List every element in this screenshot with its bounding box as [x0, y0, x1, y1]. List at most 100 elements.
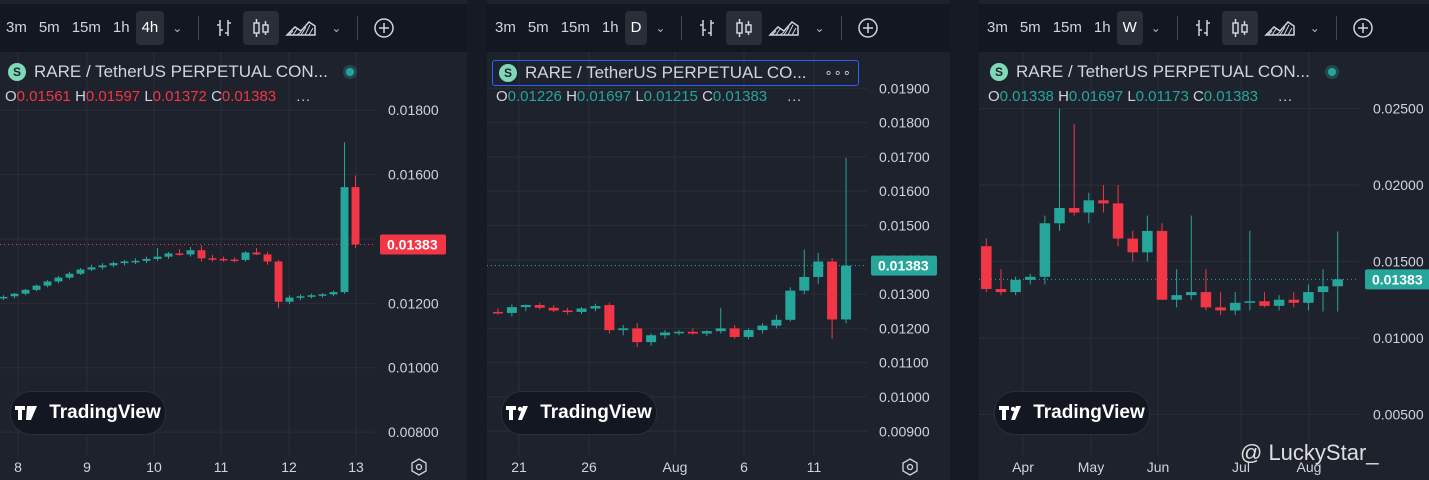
candle	[98, 263, 107, 270]
candle	[1156, 223, 1168, 300]
candle	[1083, 192, 1095, 224]
y-tick-label: 0.01000	[388, 360, 439, 376]
candle-body	[1215, 307, 1226, 311]
candle-body	[1142, 230, 1153, 253]
timeframe-1h[interactable]: 1h	[596, 11, 625, 45]
timeframe-w[interactable]: W	[1116, 11, 1143, 45]
compare-icon[interactable]	[1186, 11, 1222, 45]
timeframe-3m[interactable]: 3m	[981, 11, 1014, 45]
candle	[660, 330, 671, 339]
tradingview-logo[interactable]: TradingView	[994, 391, 1150, 435]
symbol-legend[interactable]: S RARE / TetherUS PERPETUAL CO... ∘∘∘	[492, 60, 859, 86]
chart-panel-4h[interactable]: 0.008000.010000.012000.014000.016000.018…	[0, 0, 467, 480]
timeframe-1h[interactable]: 1h	[1088, 11, 1117, 45]
candle-body	[1244, 301, 1256, 303]
settings-icon[interactable]	[901, 458, 919, 480]
candle-body	[1112, 203, 1124, 239]
timeframe-15m[interactable]: 15m	[555, 11, 596, 45]
candle	[785, 287, 796, 322]
candle	[1332, 231, 1343, 312]
candle	[520, 304, 531, 312]
candle	[120, 259, 129, 266]
candle	[687, 328, 698, 335]
candle-body	[142, 258, 151, 261]
symbol-legend[interactable]: S RARE / TetherUS PERPETUAL CON...	[8, 60, 354, 84]
timeframe-5m[interactable]: 5m	[1014, 11, 1047, 45]
candle	[1200, 269, 1212, 311]
last-price-tag-text: 0.01383	[1372, 271, 1423, 287]
timeframe-5m[interactable]: 5m	[522, 11, 555, 45]
x-tick-label: 11	[807, 459, 822, 475]
candle	[274, 259, 283, 309]
x-tick-label: 6	[740, 459, 748, 475]
candle	[548, 305, 559, 312]
y-tick-label: 0.02000	[1373, 177, 1424, 193]
symbol-title: RARE / TetherUS PERPETUAL CON...	[34, 62, 328, 81]
timeframe-15m[interactable]: 15m	[66, 11, 107, 45]
timeframe-15m[interactable]: 15m	[1047, 11, 1088, 45]
indicators-icon[interactable]	[1258, 11, 1302, 45]
chart-panel-weekly[interactable]: 0.00500 0.01000 0.01500 0.02000 0.02500 Apr Ma…	[979, 0, 1429, 480]
ohlc-readout: O0.01338 H0.01697 L0.01173 C0.01383 ...	[988, 88, 1293, 105]
candle-body	[153, 256, 162, 259]
y-tick-label: 0.01700	[879, 149, 930, 165]
chevron-down-icon[interactable]: ⌄	[806, 21, 832, 35]
chevron-down-icon[interactable]: ⌄	[323, 21, 349, 35]
candle	[757, 323, 768, 334]
candle	[743, 328, 754, 340]
candle-body	[660, 332, 671, 336]
candles-icon[interactable]	[243, 11, 280, 45]
x-tick-label: Apr	[1012, 459, 1034, 475]
compare-icon[interactable]	[690, 11, 726, 45]
candle	[618, 324, 629, 336]
candle	[142, 256, 151, 264]
candle	[1229, 292, 1241, 316]
symbol-legend[interactable]: S RARE / TetherUS PERPETUAL CON...	[990, 60, 1336, 84]
candle-body	[1273, 299, 1285, 306]
chevron-down-icon[interactable]: ⌄	[647, 21, 673, 35]
chart-panel-daily[interactable]: 0.009000.010000.011000.012000.013000.014…	[487, 0, 950, 480]
tradingview-logo[interactable]: TradingView	[10, 391, 166, 435]
add-plus-icon[interactable]	[850, 11, 886, 45]
compare-icon[interactable]	[207, 11, 243, 45]
x-tick-label: 10	[146, 459, 162, 475]
candle-body	[562, 310, 573, 313]
candle-body	[576, 308, 587, 312]
timeframe-5m[interactable]: 5m	[33, 11, 66, 45]
candle-body	[1186, 292, 1197, 296]
add-plus-icon[interactable]	[1345, 11, 1381, 45]
candle-body	[32, 285, 41, 290]
candle-body	[1303, 292, 1314, 303]
x-tick-label: 11	[214, 459, 229, 475]
candle-body	[230, 259, 239, 262]
watermark-text: @ LuckyStar_	[1240, 440, 1379, 465]
indicators-icon[interactable]	[762, 11, 806, 45]
chevron-down-icon[interactable]: ⌄	[1302, 21, 1328, 35]
tradingview-logo[interactable]: TradingView	[501, 391, 657, 435]
candles-icon[interactable]	[1221, 11, 1258, 45]
candle-body	[175, 253, 184, 255]
candle	[241, 251, 250, 262]
candle-body	[21, 289, 30, 294]
add-plus-icon[interactable]	[366, 11, 402, 45]
candle	[1303, 284, 1314, 311]
timeframe-1h[interactable]: 1h	[107, 11, 136, 45]
timeframe-3m[interactable]: 3m	[0, 11, 33, 45]
y-tick-label: 0.01900	[879, 80, 930, 96]
chevron-down-icon[interactable]: ⌄	[1143, 21, 1169, 35]
settings-icon[interactable]	[410, 458, 428, 480]
indicators-icon[interactable]	[279, 11, 323, 45]
candle	[1054, 108, 1065, 231]
chevron-down-icon[interactable]: ⌄	[164, 21, 190, 35]
candle-body	[351, 187, 360, 245]
candle-body	[687, 331, 698, 334]
timeframe-d[interactable]: D	[624, 11, 648, 45]
candle-body	[632, 328, 643, 343]
candle-body	[827, 261, 838, 320]
y-tick-label: 0.00800	[388, 424, 439, 440]
candle-body	[120, 261, 129, 264]
candles-icon[interactable]	[726, 11, 763, 45]
options-menu-icon[interactable]: ∘∘∘	[825, 65, 852, 81]
timeframe-3m[interactable]: 3m	[489, 11, 522, 45]
timeframe-4h[interactable]: 4h	[135, 11, 165, 45]
